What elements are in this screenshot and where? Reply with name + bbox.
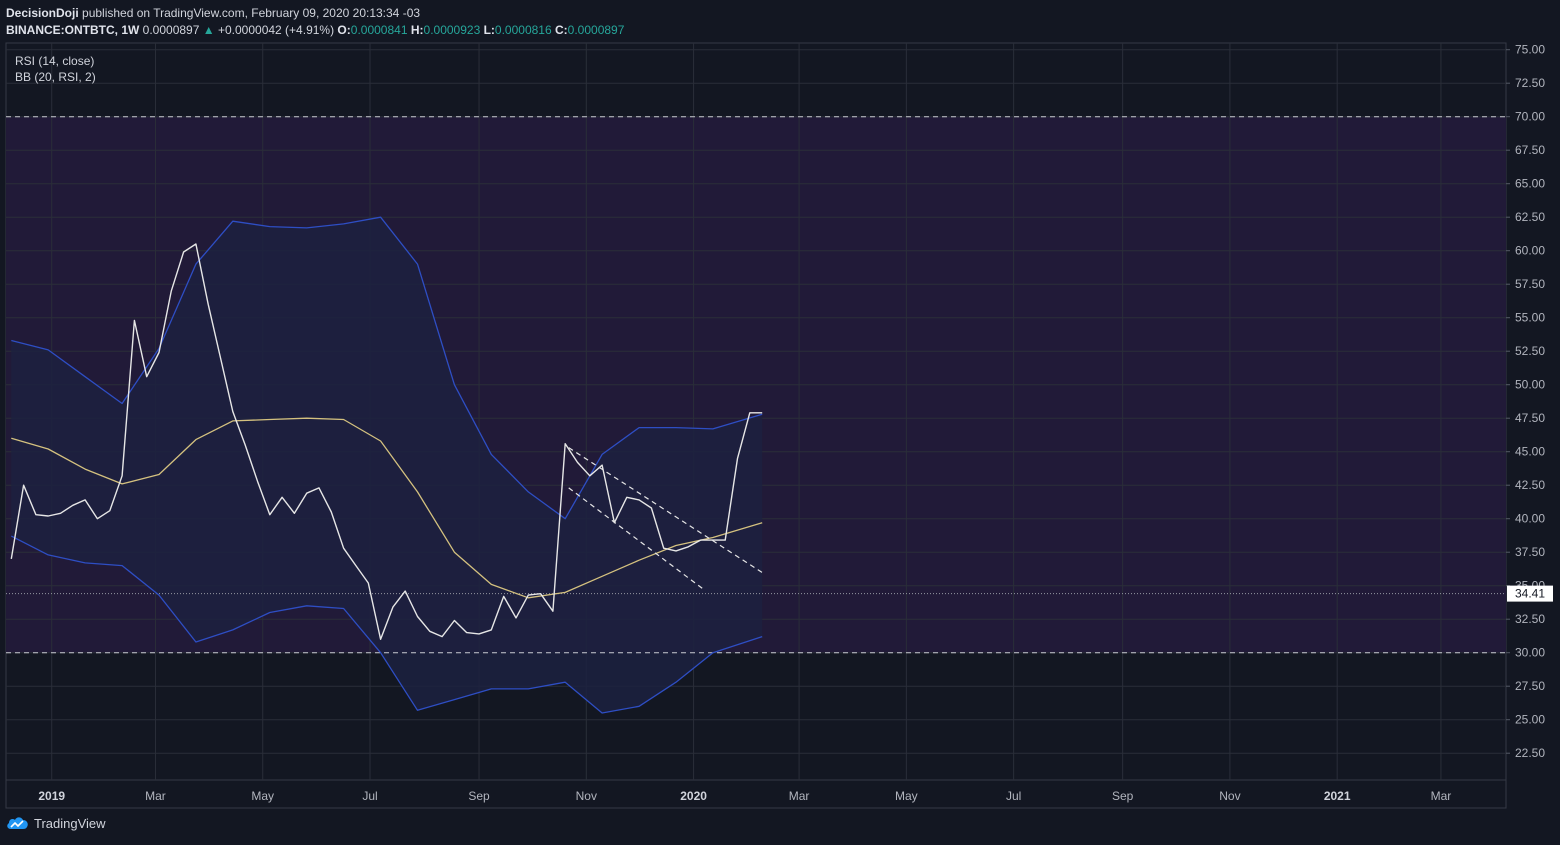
x-tick-label: Mar (1431, 789, 1452, 803)
x-tick-label: Mar (789, 789, 810, 803)
x-tick-label: 2020 (680, 789, 707, 803)
x-tick-label: Sep (468, 789, 490, 803)
y-tick-label: 45.00 (1515, 445, 1545, 459)
x-tick-label: May (251, 789, 274, 803)
tradingview-logo[interactable]: TradingView (6, 815, 106, 831)
y-tick-label: 57.50 (1515, 277, 1545, 291)
y-tick-label: 70.00 (1515, 110, 1545, 124)
y-tick-label: 47.50 (1515, 411, 1545, 425)
y-tick-label: 40.00 (1515, 512, 1545, 526)
x-tick-label: May (895, 789, 918, 803)
indicator-legend: RSI (14, close) BB (20, RSI, 2) (15, 53, 96, 85)
y-tick-label: 30.00 (1515, 646, 1545, 660)
tradingview-cloud-icon (7, 817, 28, 829)
x-tick-label: 2021 (1324, 789, 1351, 803)
x-tick-label: Nov (576, 789, 597, 803)
x-tick-label: Jul (362, 789, 377, 803)
tradingview-logo-text: TradingView (34, 815, 106, 831)
rsi-chart[interactable]: 22.5025.0027.5030.0032.5035.0037.5040.00… (0, 0, 1560, 845)
x-tick-label: Sep (1112, 789, 1134, 803)
y-tick-label: 55.00 (1515, 311, 1545, 325)
x-tick-label: Nov (1219, 789, 1240, 803)
rsi-legend-label[interactable]: RSI (14, close) (15, 53, 96, 69)
current-value-label: 34.41 (1515, 587, 1545, 601)
bb-legend-label[interactable]: BB (20, RSI, 2) (15, 69, 96, 85)
y-tick-label: 72.50 (1515, 76, 1545, 90)
y-tick-label: 50.00 (1515, 378, 1545, 392)
y-tick-label: 25.00 (1515, 713, 1545, 727)
y-tick-label: 37.50 (1515, 545, 1545, 559)
y-tick-label: 42.50 (1515, 478, 1545, 492)
x-tick-label: Mar (145, 789, 166, 803)
y-tick-label: 67.50 (1515, 143, 1545, 157)
x-tick-label: Jul (1006, 789, 1021, 803)
y-tick-label: 32.50 (1515, 612, 1545, 626)
x-tick-label: 2019 (38, 789, 65, 803)
y-tick-label: 75.00 (1515, 43, 1545, 57)
y-tick-label: 52.50 (1515, 344, 1545, 358)
y-tick-label: 62.50 (1515, 210, 1545, 224)
y-tick-label: 60.00 (1515, 244, 1545, 258)
y-tick-label: 65.00 (1515, 177, 1545, 191)
y-tick-label: 27.50 (1515, 679, 1545, 693)
y-tick-label: 22.50 (1515, 746, 1545, 760)
